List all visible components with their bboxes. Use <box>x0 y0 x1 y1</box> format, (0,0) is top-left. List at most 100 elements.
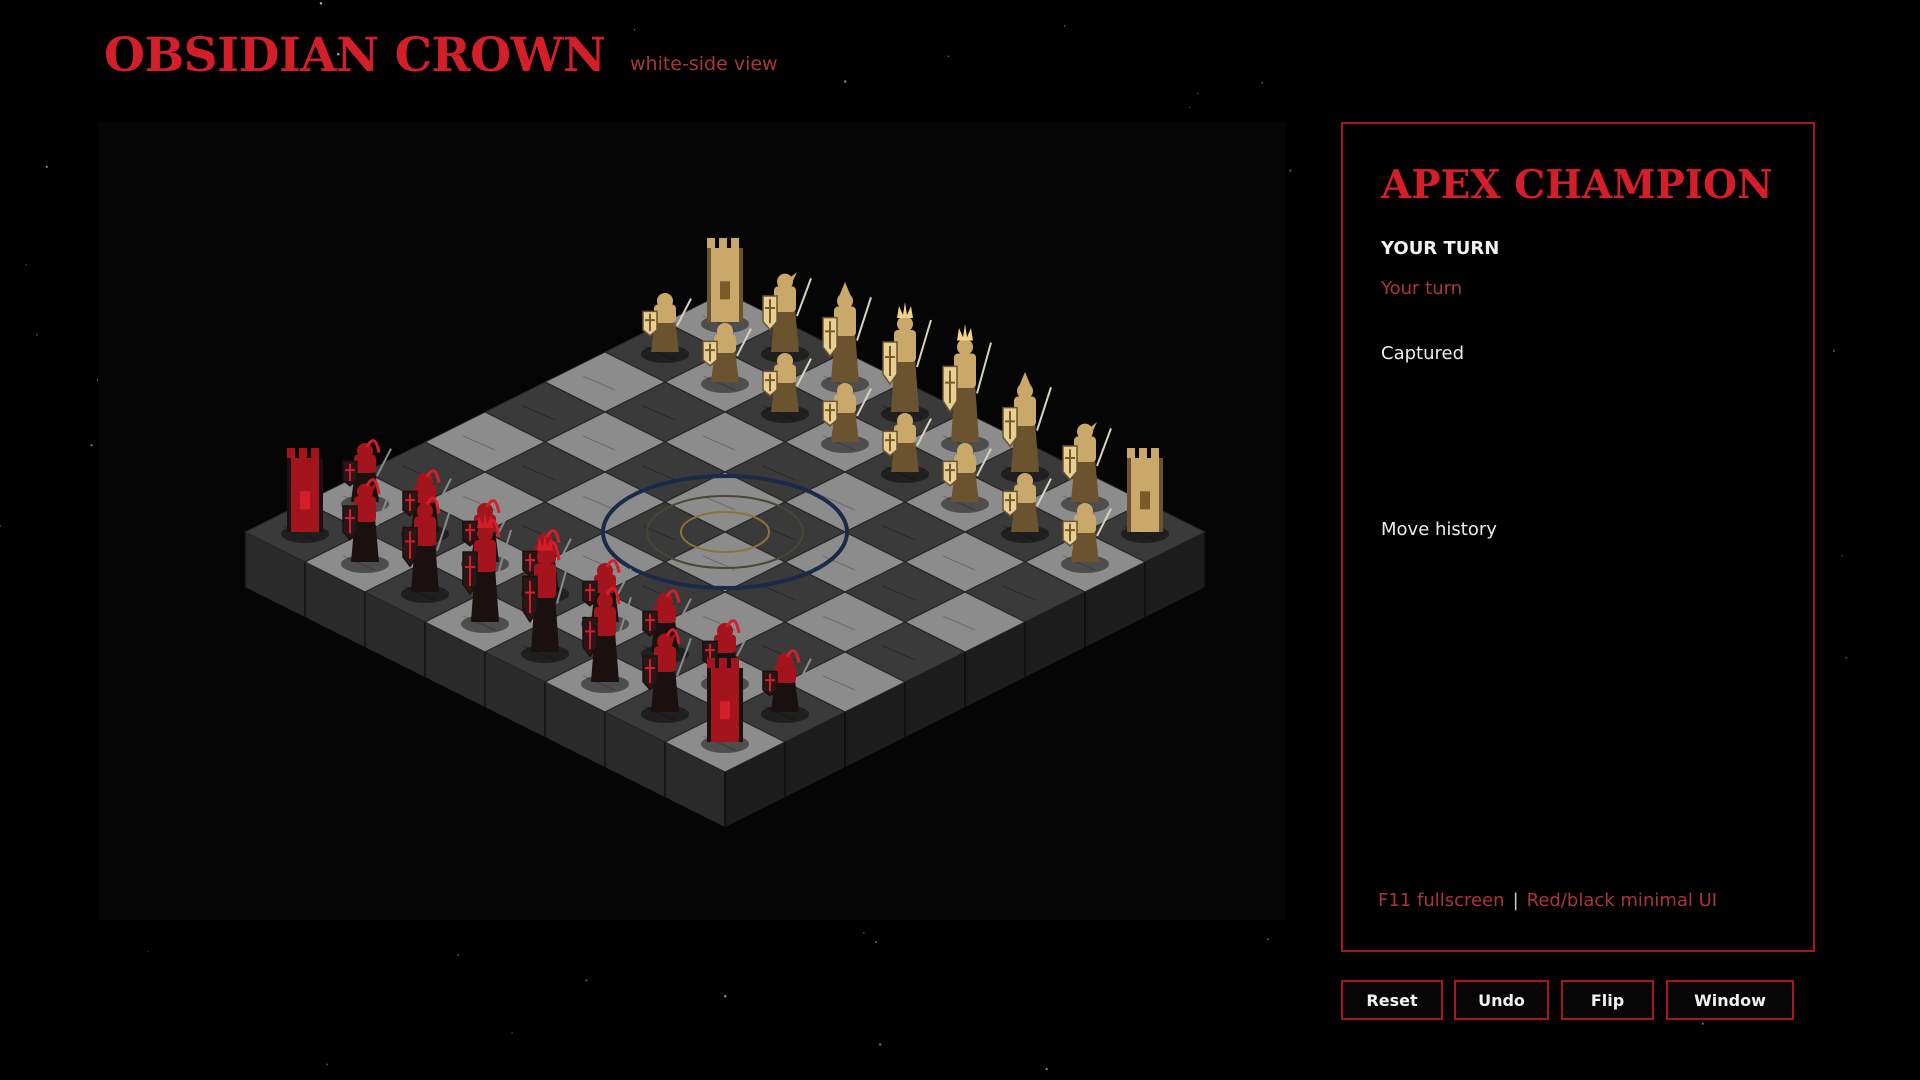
piece-helmet <box>717 622 733 639</box>
captured-pieces-label: Captured <box>1381 343 1464 364</box>
piece-helmet <box>477 526 493 542</box>
tower-merlon <box>731 658 739 668</box>
piece-helmet <box>717 322 733 339</box>
undo-button[interactable]: Undo <box>1454 980 1549 1020</box>
tower-merlon <box>707 658 715 668</box>
star <box>25 264 27 266</box>
footer-note: F11 fullscreen | Red/black minimal UI <box>1378 890 1717 911</box>
game-board-viewport[interactable] <box>98 122 1286 920</box>
tower-window <box>1140 491 1150 510</box>
mitre-icon <box>839 282 851 297</box>
star <box>511 1032 513 1034</box>
piece-helmet <box>357 442 373 459</box>
star <box>1845 657 1848 659</box>
piece-helmet <box>357 483 373 500</box>
champion-title: APEX CHAMPION <box>1381 162 1773 208</box>
crown-icon <box>957 324 973 341</box>
piece-helmet <box>1077 502 1093 519</box>
tower-merlon <box>719 658 727 668</box>
piece-helmet <box>897 412 913 429</box>
star <box>147 950 149 953</box>
star <box>1701 1022 1704 1025</box>
reset-button[interactable]: Reset <box>1341 980 1443 1020</box>
tower-merlon <box>731 238 739 248</box>
piece-helmet <box>537 548 553 565</box>
move-history-label: Move history <box>1381 519 1497 540</box>
gold-rook-piece[interactable] <box>1121 448 1169 543</box>
tower-merlon <box>1139 448 1147 458</box>
isometric-chess-board[interactable] <box>98 122 1286 920</box>
piece-helmet <box>777 652 793 669</box>
piece-helmet <box>957 442 973 459</box>
star <box>843 80 847 83</box>
red-rook-piece[interactable] <box>281 448 329 543</box>
piece-helmet <box>657 592 673 609</box>
piece-helmet <box>897 316 913 332</box>
star <box>585 979 588 982</box>
tower-window <box>300 491 310 510</box>
window-button[interactable]: Window <box>1666 980 1794 1020</box>
star <box>90 444 93 447</box>
piece-helmet <box>957 338 973 355</box>
sword-icon <box>1036 387 1052 431</box>
gold-knight-piece[interactable] <box>1061 422 1112 513</box>
star <box>1045 1067 1048 1071</box>
red-rook-piece[interactable] <box>701 658 749 753</box>
star <box>1841 554 1843 557</box>
tower-window <box>720 701 730 720</box>
star <box>326 1063 329 1066</box>
piece-helmet <box>417 472 433 489</box>
turn-status: Your turn <box>1381 278 1463 299</box>
sword-icon <box>856 297 872 341</box>
tower-merlon <box>311 448 319 458</box>
flip-button[interactable]: Flip <box>1561 980 1654 1020</box>
star <box>319 1 323 5</box>
star <box>1261 81 1264 84</box>
crown-icon <box>897 302 913 318</box>
app-title: OBSIDIAN CROWN <box>104 28 606 83</box>
gold-rook-piece[interactable] <box>701 238 749 333</box>
star <box>35 333 39 336</box>
footer-separator: | <box>1512 890 1519 911</box>
star <box>724 995 727 998</box>
tower-window <box>720 281 730 300</box>
sword-icon <box>796 278 812 317</box>
tower-merlon <box>1127 448 1135 458</box>
side-panel: APEX CHAMPION YOUR TURN Your turn Captur… <box>1341 122 1815 952</box>
tower-merlon <box>719 238 727 248</box>
star <box>0 525 2 528</box>
star <box>457 953 460 956</box>
star <box>1188 106 1191 109</box>
star <box>862 932 865 934</box>
star <box>878 1043 882 1046</box>
gold-knight-piece[interactable] <box>761 272 812 363</box>
star <box>1267 938 1269 940</box>
star <box>1289 169 1292 172</box>
view-label: white-side view <box>630 53 778 75</box>
sword-icon <box>916 319 932 368</box>
piece-helmet <box>657 633 673 650</box>
piece-helmet <box>777 273 793 290</box>
tower-merlon <box>707 238 715 248</box>
piece-helmet <box>777 352 793 369</box>
turn-header: YOUR TURN <box>1381 238 1500 259</box>
ui-style-hint: Red/black minimal UI <box>1526 890 1718 911</box>
tower-merlon <box>287 448 295 458</box>
star <box>45 165 48 168</box>
sword-icon <box>1096 428 1112 467</box>
piece-helmet <box>657 292 673 309</box>
piece-helmet <box>1017 472 1033 489</box>
star <box>1832 349 1835 352</box>
piece-helmet <box>837 382 853 399</box>
tower-merlon <box>299 448 307 458</box>
piece-helmet <box>597 562 613 579</box>
star <box>947 55 950 58</box>
tower-merlon <box>1151 448 1159 458</box>
fullscreen-hint: F11 fullscreen <box>1378 890 1505 911</box>
sword-icon <box>976 342 992 394</box>
star <box>634 29 636 31</box>
mitre-icon <box>1019 372 1031 387</box>
star <box>1063 25 1066 27</box>
star <box>1197 92 1200 95</box>
piece-helmet <box>1077 423 1093 440</box>
